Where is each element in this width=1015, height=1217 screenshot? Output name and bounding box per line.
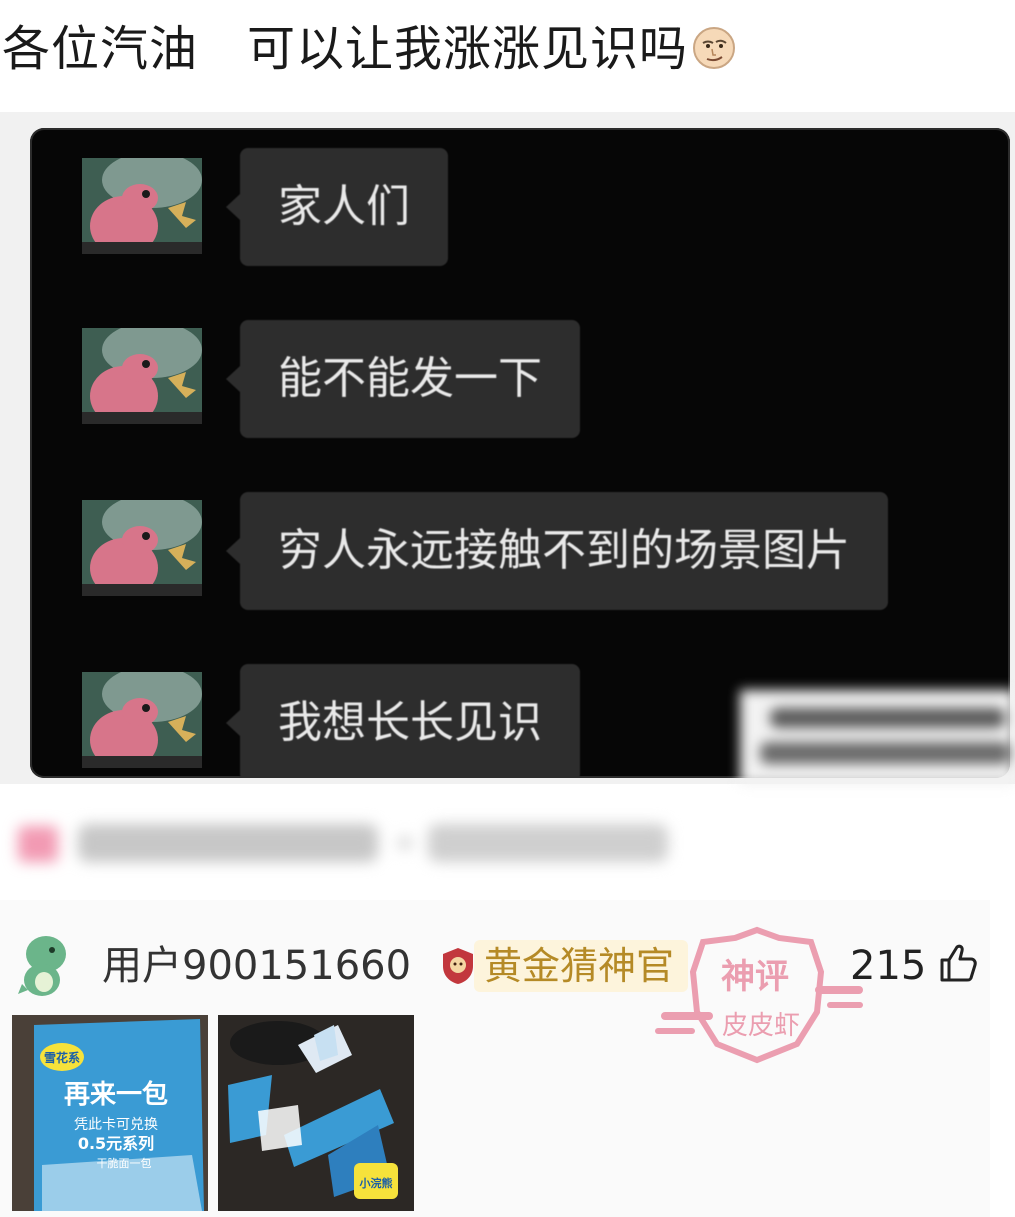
chat-screenshot: 家人们 能不能发一下 穷人永远接触不到的场景图片 我想长长见识 <box>30 128 1010 778</box>
svg-text:0.5元系列: 0.5元系列 <box>78 1134 154 1153</box>
user-avatar-icon[interactable] <box>16 930 72 998</box>
god-comment-stamp: 神评 皮皮虾 <box>655 926 863 1064</box>
comment-photo-1[interactable]: 雪花系 再来一包 凭此卡可兑换 0.5元系列 干脆面一包 <box>12 1015 208 1211</box>
svg-text:雪花系: 雪花系 <box>44 1050 80 1065</box>
chat-message-bubble: 能不能发一下 <box>226 320 580 438</box>
svg-text:凭此卡可兑换: 凭此卡可兑换 <box>74 1116 158 1133</box>
svg-text:小浣熊: 小浣熊 <box>359 1176 393 1190</box>
comment-username[interactable]: 用户900151660 <box>102 936 411 996</box>
comment-photo-2[interactable]: 小浣熊 <box>218 1015 414 1211</box>
stamp-line-1: 神评 <box>721 957 789 997</box>
chat-message-bubble: 家人们 <box>226 148 448 266</box>
smirk-face-emoji-icon <box>693 27 736 69</box>
blurred-caption <box>18 824 668 862</box>
blurred-watermark <box>740 690 1015 785</box>
post-title-text: 各位汽油 可以让我涨涨见识吗 <box>2 21 689 77</box>
dinosaur-avatar-icon <box>82 672 202 768</box>
dinosaur-avatar-icon <box>82 500 202 596</box>
dinosaur-avatar-icon <box>82 158 202 254</box>
thumbs-up-icon[interactable] <box>938 942 980 984</box>
chat-message-bubble: 穷人永远接触不到的场景图片 <box>226 492 888 610</box>
stamp-line-2: 皮皮虾 <box>722 1011 800 1041</box>
svg-text:再来一包: 再来一包 <box>64 1079 168 1110</box>
dinosaur-avatar-icon <box>82 328 202 424</box>
badge-shield-icon <box>443 948 473 984</box>
svg-text:干脆面一包: 干脆面一包 <box>97 1156 152 1170</box>
chat-message-bubble: 我想长长见识 <box>226 664 580 778</box>
like-count: 215 <box>850 943 927 989</box>
post-title: 各位汽油 可以让我涨涨见识吗 <box>2 18 736 80</box>
